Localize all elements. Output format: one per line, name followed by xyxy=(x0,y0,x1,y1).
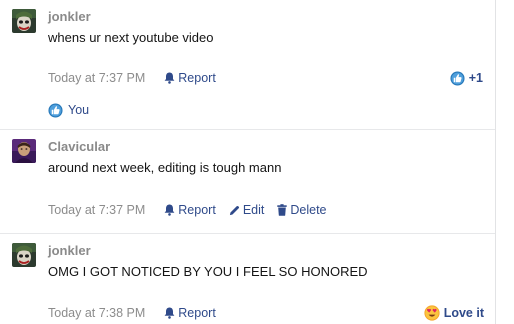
message-thread: jonkler whens ur next youtube video Toda… xyxy=(0,0,496,324)
timestamp[interactable]: Today at 7:37 PM xyxy=(48,71,145,85)
delete-label: Delete xyxy=(290,203,327,217)
username[interactable]: Clavicular xyxy=(48,139,110,154)
trash-icon xyxy=(277,204,288,216)
message-text: whens ur next youtube video xyxy=(48,30,214,45)
message-item: jonkler OMG I GOT NOTICED BY YOU I FEEL … xyxy=(0,234,495,324)
report-button[interactable]: Report xyxy=(164,203,216,217)
purple-portrait-avatar-icon[interactable] xyxy=(12,139,36,163)
thumbs-up-icon xyxy=(48,102,63,118)
joker-avatar-icon[interactable] xyxy=(12,9,36,33)
love-it-reaction-button[interactable]: Love it xyxy=(424,304,484,322)
heart-eyes-icon xyxy=(424,305,440,321)
bell-icon xyxy=(164,307,175,319)
timestamp[interactable]: Today at 7:38 PM xyxy=(48,306,145,320)
report-button[interactable]: Report xyxy=(164,71,216,85)
report-button[interactable]: Report xyxy=(164,306,216,320)
report-label: Report xyxy=(178,71,216,85)
edit-button[interactable]: Edit xyxy=(229,203,265,217)
username[interactable]: jonkler xyxy=(48,9,91,24)
message-text: OMG I GOT NOTICED BY YOU I FEEL SO HONOR… xyxy=(48,264,368,279)
reaction-count: +1 xyxy=(468,71,483,85)
username[interactable]: jonkler xyxy=(48,243,91,258)
bell-icon xyxy=(164,204,175,216)
message-actions: Today at 7:37 PM Report xyxy=(48,69,216,87)
bell-icon xyxy=(164,72,175,84)
joker-avatar-icon[interactable] xyxy=(12,243,36,267)
reaction-summary[interactable]: +1 xyxy=(450,69,483,87)
message-item: jonkler whens ur next youtube video Toda… xyxy=(0,0,495,130)
message-actions: Today at 7:38 PM Report xyxy=(48,304,216,322)
report-label: Report xyxy=(178,203,216,217)
thumbs-up-icon xyxy=(450,70,465,86)
reacted-by-list[interactable]: You xyxy=(48,101,89,119)
report-label: Report xyxy=(178,306,216,320)
message-item: Clavicular around next week, editing is … xyxy=(0,130,495,234)
message-actions: Today at 7:37 PM Report Edit Delete xyxy=(48,201,327,219)
delete-button[interactable]: Delete xyxy=(277,203,327,217)
message-text: around next week, editing is tough mann xyxy=(48,160,282,175)
timestamp[interactable]: Today at 7:37 PM xyxy=(48,203,145,217)
reacted-by-name: You xyxy=(68,103,90,117)
edit-label: Edit xyxy=(242,203,265,217)
reaction-label: Love it xyxy=(443,306,484,320)
pencil-icon xyxy=(229,205,239,215)
